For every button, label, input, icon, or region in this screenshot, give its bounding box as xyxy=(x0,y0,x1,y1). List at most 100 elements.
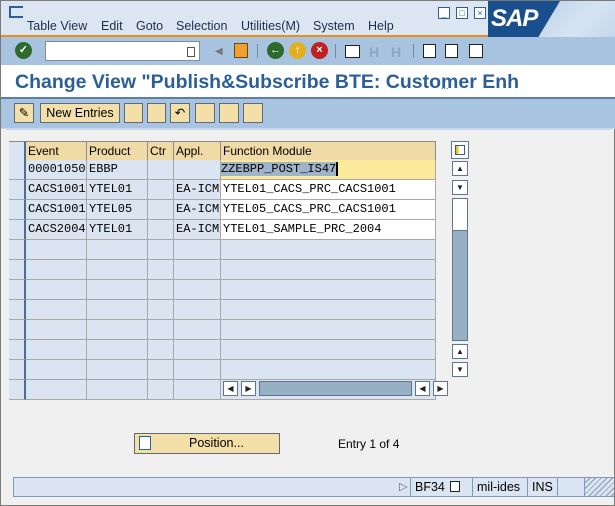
column-header-event[interactable]: Event xyxy=(26,141,87,161)
scroll-far-left-icon[interactable]: ◀ xyxy=(415,381,430,396)
menu-goto[interactable]: Goto xyxy=(136,19,163,33)
command-history-icon[interactable] xyxy=(187,47,195,57)
row-selector[interactable] xyxy=(9,360,26,380)
find-next-icon: H xyxy=(391,44,402,60)
row-selector[interactable] xyxy=(9,200,26,220)
print-icon[interactable] xyxy=(345,45,360,58)
row-selector[interactable] xyxy=(9,220,26,240)
row-selector[interactable] xyxy=(9,160,26,180)
column-header-ctr[interactable]: Ctr xyxy=(148,141,174,161)
select-block-icon[interactable] xyxy=(219,103,239,123)
display-change-icon[interactable]: ✎ xyxy=(14,103,34,123)
cell-appl xyxy=(174,380,221,400)
undo-icon[interactable]: ↶ xyxy=(170,103,190,123)
save-icon[interactable] xyxy=(234,43,248,58)
delete-icon[interactable] xyxy=(147,103,166,123)
minimize-icon[interactable]: _ xyxy=(438,7,450,19)
position-button[interactable]: Position... xyxy=(134,433,280,454)
scroll-far-right-icon[interactable]: ▶ xyxy=(433,381,448,396)
exit-icon[interactable]: ↑ xyxy=(289,42,306,59)
cell-appl xyxy=(174,320,221,340)
cell-function-module[interactable]: YTEL01_SAMPLE_PRC_2004 xyxy=(221,220,436,240)
collapse-icon[interactable]: ◀ xyxy=(215,46,223,57)
enter-icon[interactable]: ✓ xyxy=(15,42,32,59)
menu-table-view[interactable]: Table View xyxy=(27,19,87,33)
deselect-all-icon[interactable] xyxy=(243,103,263,123)
menu-utilities[interactable]: Utilities(M) xyxy=(241,19,300,33)
cell-function-module[interactable] xyxy=(221,240,436,260)
command-field[interactable] xyxy=(45,41,200,61)
row-selector[interactable] xyxy=(9,240,26,260)
row-selector[interactable] xyxy=(9,180,26,200)
cell-ctr xyxy=(148,180,174,200)
cell-function-module[interactable]: YTEL05_CACS_PRC_CACS1001 xyxy=(221,200,436,220)
cell-appl xyxy=(174,300,221,320)
shortcut-icon[interactable] xyxy=(445,44,458,58)
cell-product xyxy=(87,240,148,260)
table-control: Event Product Ctr Appl. Function Module 00001… xyxy=(9,141,437,400)
cell-event xyxy=(26,320,87,340)
scroll-up-icon[interactable]: ▲ xyxy=(452,161,468,176)
resize-grip[interactable] xyxy=(584,478,614,496)
entry-info: Entry 1 of 4 xyxy=(338,437,400,451)
row-selector[interactable] xyxy=(9,141,26,161)
new-entries-button[interactable]: New Entries xyxy=(40,103,120,123)
sap-logo-text: SAP xyxy=(491,5,538,32)
select-all-icon[interactable] xyxy=(195,103,215,123)
menu-selection[interactable]: Selection xyxy=(176,19,227,33)
horizontal-scrollbar[interactable] xyxy=(259,381,412,396)
status-bar: ▷ BF34 mil-ides INS xyxy=(13,477,614,497)
vertical-scrollbar[interactable] xyxy=(452,198,468,341)
create-session-icon[interactable] xyxy=(423,44,436,58)
cell-appl xyxy=(174,360,221,380)
row-selector[interactable] xyxy=(9,280,26,300)
scroll-left-icon[interactable]: ◀ xyxy=(223,381,238,396)
table-settings-icon[interactable] xyxy=(451,141,469,159)
system-info-icon[interactable] xyxy=(449,481,460,492)
scroll-thumb[interactable] xyxy=(453,199,467,231)
table-row: 00001050 EBBP ZZEBPP_POST_IS47 xyxy=(9,160,437,180)
row-selector[interactable] xyxy=(9,300,26,320)
status-mode[interactable]: INS xyxy=(527,478,557,496)
find-icon: H xyxy=(369,44,380,60)
system-menu-icon[interactable] xyxy=(9,6,23,18)
copy-icon[interactable] xyxy=(124,103,143,123)
close-icon[interactable]: × xyxy=(474,7,486,19)
row-selector[interactable] xyxy=(9,340,26,360)
cell-ctr xyxy=(148,280,174,300)
cell-ctr xyxy=(148,160,174,180)
cell-function-module[interactable] xyxy=(221,300,436,320)
scroll-page-down-icon[interactable]: ▼ xyxy=(452,362,468,377)
cell-function-module[interactable]: YTEL01_CACS_PRC_CACS1001 xyxy=(221,180,436,200)
cell-function-module[interactable] xyxy=(221,360,436,380)
row-selector[interactable] xyxy=(9,260,26,280)
row-selector[interactable] xyxy=(9,380,26,400)
cell-function-module[interactable]: ZZEBPP_POST_IS47 xyxy=(221,160,436,180)
cell-function-module[interactable] xyxy=(221,260,436,280)
scroll-down-icon[interactable]: ▼ xyxy=(452,180,468,195)
table-row xyxy=(9,320,437,340)
column-header-function-module[interactable]: Function Module xyxy=(221,141,436,161)
cell-appl: EA-ICM xyxy=(174,200,221,220)
row-selector[interactable] xyxy=(9,320,26,340)
back-icon[interactable]: ← xyxy=(267,42,284,59)
column-header-product[interactable]: Product xyxy=(87,141,148,161)
cell-ctr xyxy=(148,360,174,380)
cell-function-module[interactable] xyxy=(221,320,436,340)
maximize-icon[interactable]: □ xyxy=(456,7,468,19)
menu-edit[interactable]: Edit xyxy=(101,19,123,33)
table-row xyxy=(9,300,437,320)
menu-system[interactable]: System xyxy=(313,19,355,33)
status-expand-icon[interactable]: ▷ xyxy=(399,480,407,493)
cell-event xyxy=(26,300,87,320)
cell-ctr xyxy=(148,340,174,360)
scroll-page-up-icon[interactable]: ▲ xyxy=(452,344,468,359)
cancel-icon[interactable]: × xyxy=(311,42,328,59)
scroll-right-icon[interactable]: ▶ xyxy=(241,381,256,396)
layout-menu-icon[interactable] xyxy=(469,44,483,58)
column-header-appl[interactable]: Appl. xyxy=(174,141,221,161)
cell-function-module[interactable] xyxy=(221,280,436,300)
cell-function-module[interactable] xyxy=(221,340,436,360)
cell-event: CACS1001 xyxy=(26,200,87,220)
menu-help[interactable]: Help xyxy=(368,19,394,33)
